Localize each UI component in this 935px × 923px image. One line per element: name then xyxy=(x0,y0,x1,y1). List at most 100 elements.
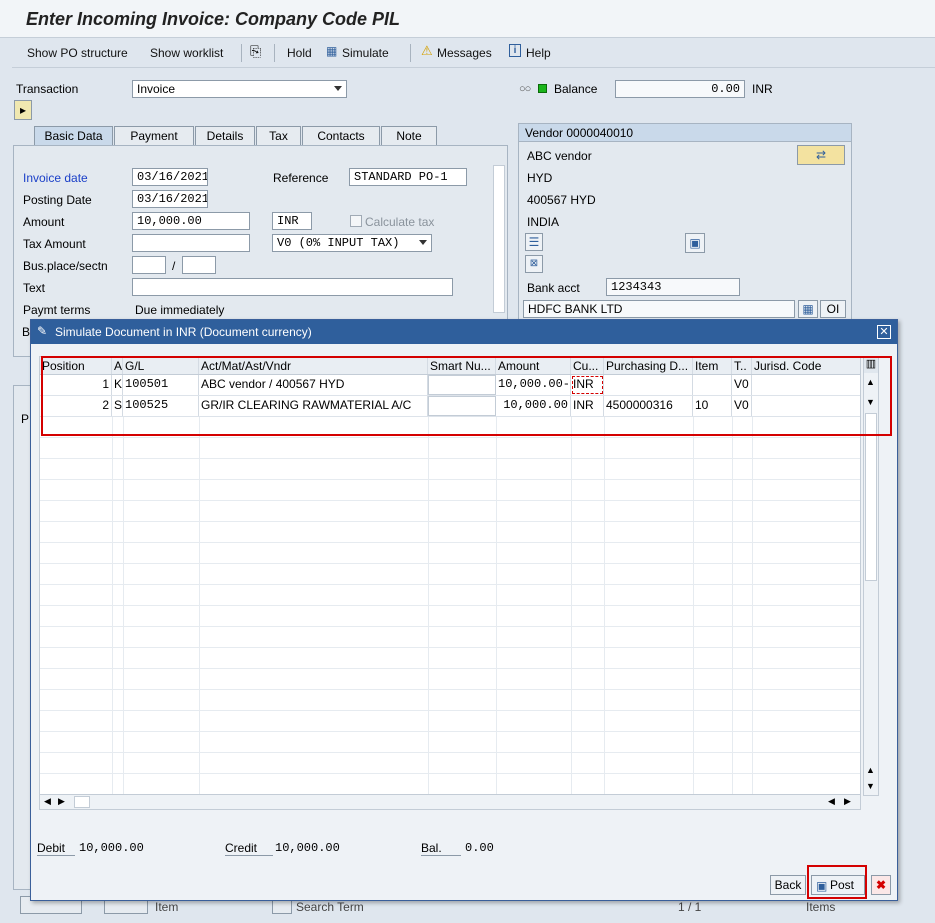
grid-line xyxy=(571,627,572,647)
grid-line xyxy=(693,543,694,563)
grid-line xyxy=(199,627,200,647)
empty-table-row xyxy=(40,669,860,690)
tab-details[interactable]: Details xyxy=(195,126,255,145)
grid-line xyxy=(752,669,753,689)
grid-line xyxy=(752,711,753,731)
grid-line xyxy=(496,648,497,668)
h-scroll-thumb[interactable] xyxy=(74,796,90,808)
empty-table-row xyxy=(40,690,860,711)
scroll-up-bottom-icon[interactable]: ▲ xyxy=(866,765,875,775)
grid-line xyxy=(112,564,113,584)
grid-line xyxy=(112,690,113,710)
grid-line xyxy=(199,753,200,773)
vendor-detail-button[interactable]: ⇄ xyxy=(797,145,845,165)
grid-line xyxy=(693,711,694,731)
grid-line xyxy=(112,732,113,752)
clipboard-icon[interactable]: ⎘ xyxy=(250,43,261,60)
show-po-structure-button[interactable]: Show PO structure xyxy=(27,46,128,60)
section-input[interactable] xyxy=(182,256,216,274)
grid-line xyxy=(199,585,200,605)
grid-line xyxy=(571,438,572,458)
show-worklist-button[interactable]: Show worklist xyxy=(150,46,223,60)
grid-line xyxy=(496,564,497,584)
balance-total-value: 0.00 xyxy=(465,841,494,855)
back-button[interactable]: Back xyxy=(770,875,806,895)
grid-line xyxy=(604,753,605,773)
credit-value: 10,000.00 xyxy=(275,841,340,855)
grid-line xyxy=(571,522,572,542)
bus-place-label: Bus.place/sectn xyxy=(23,259,108,273)
tax-amount-input[interactable] xyxy=(132,234,250,252)
open-items-button[interactable]: OI xyxy=(820,300,846,318)
expand-icon[interactable]: ▸ xyxy=(14,100,32,120)
grid-line xyxy=(752,585,753,605)
empty-table-row xyxy=(40,585,860,606)
grid-line xyxy=(428,501,429,521)
text-input[interactable] xyxy=(132,278,453,296)
text-label: Text xyxy=(23,281,46,295)
grid-line xyxy=(496,627,497,647)
currency-input[interactable]: INR xyxy=(272,212,312,230)
tax-code-select[interactable]: V0 (0% INPUT TAX) xyxy=(272,234,432,252)
scroll-left-icon[interactable]: ◀ xyxy=(44,796,51,807)
grid-line xyxy=(604,564,605,584)
grid-line xyxy=(752,732,753,752)
scroll-thumb[interactable] xyxy=(865,413,877,581)
tax-amount-label: Tax Amount xyxy=(23,237,86,251)
transaction-select[interactable]: Invoice xyxy=(132,80,347,98)
grid-line xyxy=(496,459,497,479)
grid-line xyxy=(112,648,113,668)
items-panel-label: P xyxy=(21,412,30,426)
grid-line xyxy=(571,585,572,605)
calculate-tax-checkbox[interactable] xyxy=(350,215,362,227)
grid-line xyxy=(428,732,429,752)
grid-line xyxy=(496,690,497,710)
scroll-down-bottom-icon[interactable]: ▼ xyxy=(866,781,875,791)
grid-line xyxy=(428,564,429,584)
grid-line xyxy=(693,522,694,542)
grid-line xyxy=(571,543,572,563)
grid-line xyxy=(693,690,694,710)
tab-basic-data[interactable]: Basic Data xyxy=(34,126,113,145)
tab-contacts[interactable]: Contacts xyxy=(302,126,380,145)
grid-line xyxy=(732,564,733,584)
list-icon[interactable]: ☰ xyxy=(525,233,543,251)
invoice-date-input[interactable]: 03/16/2021 xyxy=(132,168,208,186)
close-icon[interactable]: ✕ xyxy=(877,325,891,339)
grid-line xyxy=(571,753,572,773)
hold-button[interactable]: Hold xyxy=(287,46,312,60)
scroll-right-end-icon[interactable]: ▶ xyxy=(844,796,851,807)
tab-payment[interactable]: Payment xyxy=(114,126,194,145)
credit-label: Credit xyxy=(225,841,273,856)
grid-line xyxy=(496,480,497,500)
amount-input[interactable]: 10,000.00 xyxy=(132,212,250,230)
footer-page: 1 / 1 xyxy=(678,900,702,914)
delete-icon[interactable]: ⊠ xyxy=(525,255,543,273)
grid-line xyxy=(752,753,753,773)
grid-line xyxy=(112,522,113,542)
items-panel-edge xyxy=(13,385,31,890)
bank-acct-input[interactable]: 1234343 xyxy=(606,278,740,296)
bus-place-input[interactable] xyxy=(132,256,166,274)
simulate-button[interactable]: Simulate xyxy=(342,46,389,60)
help-button[interactable]: Help xyxy=(526,46,551,60)
reference-label: Reference xyxy=(273,171,329,185)
tab-tax[interactable]: Tax xyxy=(256,126,301,145)
invoice-date-label: Invoice date xyxy=(23,171,88,185)
grid-line xyxy=(112,501,113,521)
messages-button[interactable]: Messages xyxy=(437,46,492,60)
table-horizontal-scrollbar[interactable]: ◀ ▶ ◀ ▶ xyxy=(39,794,861,810)
panel-scrollbar[interactable] xyxy=(493,165,505,313)
footer-item-label: Item xyxy=(155,900,179,914)
reference-input[interactable]: STANDARD PO-1 xyxy=(349,168,467,186)
scroll-right-icon[interactable]: ▶ xyxy=(58,796,65,807)
cancel-icon[interactable]: ✖ xyxy=(871,875,891,895)
grid-line xyxy=(428,606,429,626)
bank-acct-label: Bank acct xyxy=(527,281,580,295)
scroll-left-end-icon[interactable]: ◀ xyxy=(828,796,835,807)
posting-date-input[interactable]: 03/16/2021 xyxy=(132,190,208,208)
bank-table-icon[interactable]: ▦ xyxy=(798,300,818,318)
tab-note[interactable]: Note xyxy=(381,126,437,145)
bank-icon[interactable]: ▣ xyxy=(685,233,705,253)
grid-line xyxy=(571,606,572,626)
